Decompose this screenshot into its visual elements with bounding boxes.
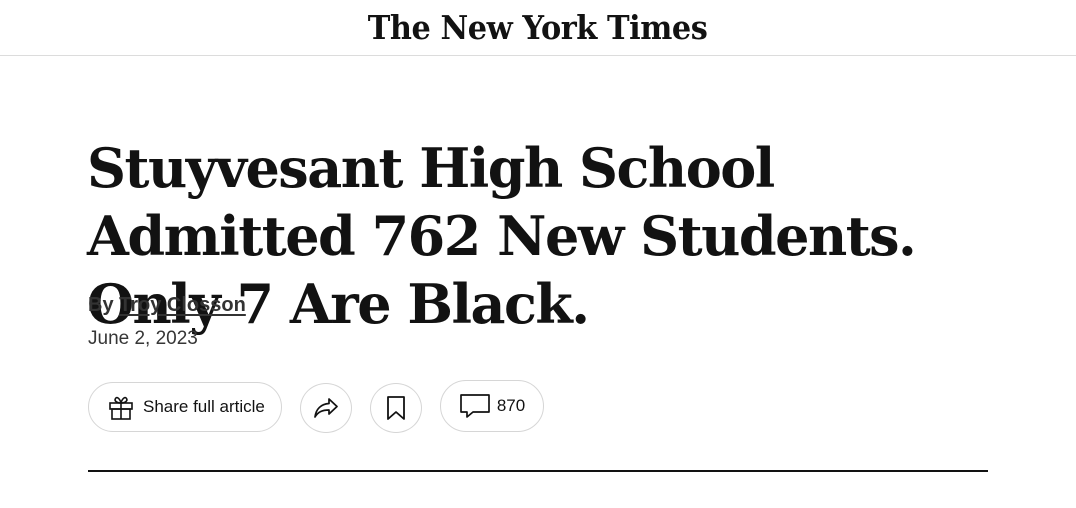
comment-bubble-icon (459, 393, 491, 419)
share-full-article-button[interactable]: Share full article (88, 382, 282, 432)
comments-button[interactable]: 870 (440, 380, 544, 432)
byline-prefix: By (88, 294, 120, 316)
share-button[interactable] (300, 383, 352, 433)
masthead: The New York Times (0, 0, 1076, 56)
gift-icon (107, 393, 135, 421)
nyt-logo[interactable]: The New York Times (368, 11, 708, 44)
publish-date: June 2, 2023 (88, 328, 198, 349)
header-rule (88, 470, 988, 472)
byline: By Troy Closson (88, 294, 246, 317)
bookmark-icon (386, 395, 406, 421)
author-link[interactable]: Troy Closson (119, 294, 246, 316)
comment-count: 870 (496, 396, 526, 415)
share-full-article-label: Share full article (143, 397, 265, 416)
save-button[interactable] (370, 383, 422, 433)
share-arrow-icon (312, 396, 340, 420)
